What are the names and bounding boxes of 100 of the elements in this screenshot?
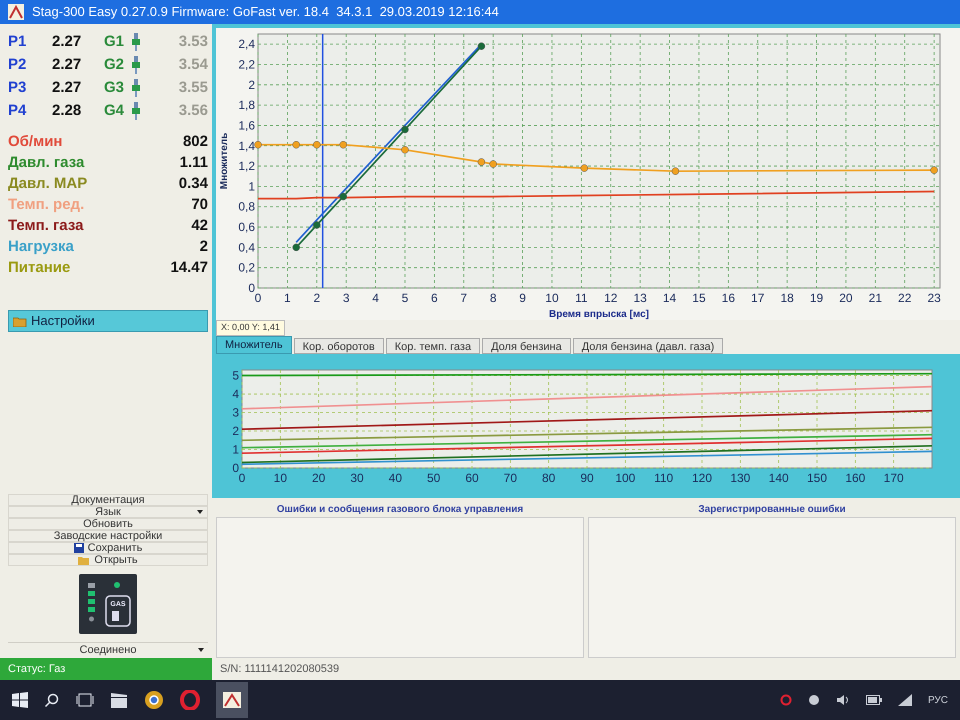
menu-button[interactable]: Обновить — [8, 518, 208, 530]
app-taskbar-button[interactable] — [216, 682, 248, 718]
app-icon — [8, 4, 24, 20]
axis-tick-label: 5 — [402, 291, 408, 305]
data-point — [254, 141, 262, 148]
axis-tick-label: 19 — [810, 291, 824, 305]
axis-tick-label: 18 — [780, 291, 794, 305]
data-point — [478, 158, 486, 166]
data-point — [292, 244, 300, 252]
reading-label: Темп. газа — [8, 216, 84, 236]
reading-label: Об/мин — [8, 132, 62, 152]
reading-value: 802 — [182, 132, 208, 152]
battery-icon[interactable] — [866, 695, 882, 705]
axis-title: Время впрыска [мс] — [549, 309, 649, 320]
data-point — [313, 221, 321, 229]
axis-tick-label: 30 — [350, 470, 364, 484]
gas-injector-value: 3.53 — [178, 32, 208, 52]
cursor-line[interactable] — [322, 34, 324, 288]
injector-value: 2.27 — [52, 54, 82, 75]
axis-tick-label: 16 — [722, 291, 736, 305]
panel-title: Ошибки и сообщения газового блока управления — [276, 502, 524, 516]
windows-start-icon[interactable] — [12, 692, 28, 708]
axis-tick-label: 1 — [248, 179, 255, 194]
axis-tick-label: 21 — [868, 291, 882, 305]
axis-tick-label: 0 — [254, 291, 262, 305]
browser-icon[interactable] — [144, 690, 164, 710]
language-indicator[interactable]: РУС — [928, 692, 948, 708]
reading-label: Давл. MAP — [8, 174, 88, 194]
injector-value: 2.27 — [52, 32, 82, 52]
tab[interactable]: Множитель — [216, 336, 292, 354]
axis-tick-label: 0,8 — [238, 200, 255, 214]
dropdown-caret-icon — [197, 510, 203, 514]
injector-value: 2.27 — [52, 78, 82, 98]
axis-tick-label: 14 — [662, 291, 676, 305]
axis-tick-label: 2 — [232, 424, 239, 438]
axis-tick-label: 1,6 — [238, 118, 255, 132]
menu-button[interactable]: Открыть — [8, 554, 208, 566]
folder-icon — [13, 316, 27, 326]
injector-label: P1 — [8, 32, 28, 52]
data-point — [401, 146, 409, 154]
injector-value: 2.28 — [52, 100, 82, 121]
menu-button[interactable]: Язык — [8, 506, 208, 518]
tab[interactable]: Кор. темп. газа — [386, 338, 480, 354]
reading-value: 42 — [191, 216, 208, 236]
settings-header[interactable]: Настройки — [8, 310, 208, 332]
menu-button[interactable]: Документация — [8, 494, 208, 506]
axis-tick-label: 120 — [692, 470, 712, 484]
data-point — [340, 192, 347, 200]
data-point — [930, 166, 938, 174]
window-title: Stag-300 Easy 0.27.0.9 Firmware: GoFast ver. 18.4 34.3.1 29.03.2019 12:16:44 — [32, 3, 499, 22]
volume-icon[interactable] — [836, 694, 850, 706]
reading-value: 0.34 — [178, 174, 208, 194]
injector-icon — [132, 79, 140, 97]
axis-tick-label: 140 — [768, 470, 789, 484]
axis-tick-label: 3 — [232, 405, 239, 420]
tab[interactable]: Доля бензина (давл. газа) — [572, 338, 724, 354]
clapperboard-icon[interactable] — [110, 692, 128, 708]
axis-tick-label: 60 — [465, 470, 479, 484]
cursor-readout: X: 0,00 Y: 1,41 — [216, 320, 285, 336]
axis-tick-label: 10 — [545, 291, 559, 305]
menu-button[interactable]: Сохранить — [8, 542, 208, 554]
tab[interactable]: Доля бензина — [482, 338, 571, 354]
data-point — [292, 141, 300, 148]
wifi-signal-icon[interactable] — [898, 694, 912, 706]
gas-injector-label: G1 — [104, 32, 126, 52]
axis-tick-label: 130 — [730, 470, 750, 484]
axis-tick-label: 2,4 — [238, 37, 255, 52]
status-indicator: Статус: Газ — [0, 658, 212, 680]
axis-tick-label: 2 — [248, 78, 255, 92]
search-icon[interactable] — [44, 692, 60, 708]
gas-injector-value: 3.54 — [178, 54, 208, 75]
injector-icon — [132, 33, 140, 51]
reading-value: 70 — [191, 195, 208, 216]
axis-tick-label: 150 — [806, 470, 828, 484]
axis-tick-label: 1 — [232, 442, 239, 456]
injector-icon — [132, 56, 140, 74]
axis-tick-label: 6 — [431, 291, 438, 305]
opera-tray-icon[interactable] — [780, 694, 792, 706]
data-point — [313, 141, 321, 148]
axis-tick-label: 3 — [342, 291, 350, 305]
gas-injector-label: G2 — [104, 54, 126, 75]
injector-icon — [132, 102, 140, 120]
tab[interactable]: Кор. оборотов — [294, 338, 384, 354]
axis-tick-label: 1 — [284, 291, 291, 305]
reading-label: Питание — [8, 258, 70, 278]
axis-tick-label: 100 — [615, 470, 636, 484]
data-point — [340, 141, 347, 148]
axis-tick-label: 1,2 — [238, 159, 255, 174]
axis-tick-label: 2 — [313, 291, 320, 305]
gas-injector-value: 3.55 — [178, 78, 208, 98]
axis-tick-label: 0 — [248, 281, 255, 295]
axis-tick-label: 0 — [238, 470, 246, 484]
axis-tick-label: 12 — [604, 291, 618, 305]
reading-value: 14.47 — [170, 258, 208, 278]
axis-tick-label: 4 — [372, 291, 379, 305]
task-view-icon[interactable] — [76, 693, 94, 707]
opera-browser-icon[interactable] — [180, 690, 200, 710]
menu-button[interactable]: Заводские настройки — [8, 530, 208, 542]
axis-tick-label: 80 — [542, 470, 556, 484]
reading-label: Давл. газа — [8, 153, 84, 174]
